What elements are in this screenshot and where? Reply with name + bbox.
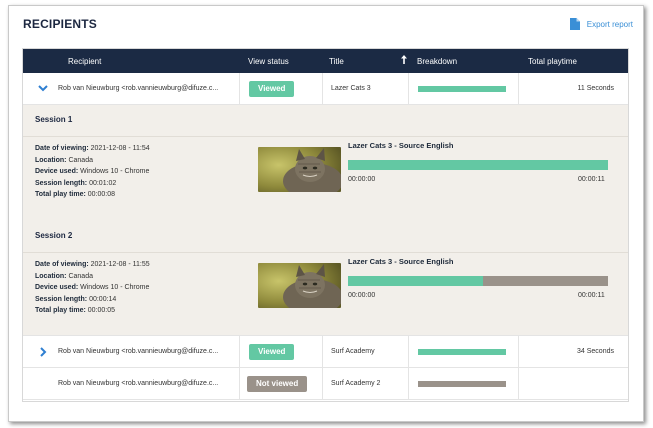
table-row[interactable]: Rob van Nieuwburg <rob.vannieuwburg@difu… (23, 336, 628, 368)
video-title-cell: Lazer Cats 3 (331, 85, 371, 92)
export-report-link[interactable]: Export report (569, 18, 633, 30)
session-heading: Session 2 (35, 231, 73, 240)
column-title[interactable]: Title (329, 57, 344, 66)
status-badge: Viewed (249, 80, 295, 97)
session-details: Date of viewing: 2021-12-08 - 11:54 Loca… (35, 145, 150, 198)
total-playtime: 11 Seconds (577, 85, 614, 92)
recipient-name: Rob van Nieuwburg <rob.vannieuwburg@difu… (58, 85, 219, 92)
column-total-playtime[interactable]: Total playtime (528, 57, 577, 66)
status-badge: Not viewed (247, 375, 308, 392)
session-heading: Session 1 (35, 115, 73, 124)
breakdown-bar (418, 348, 506, 355)
start-time: 00:00:00 (348, 176, 376, 183)
video-thumbnail[interactable] (258, 263, 341, 308)
table-header: Recipient View status Title Breakdown To… (23, 49, 628, 73)
recipient-name: Rob van Nieuwburg <rob.vannieuwburg@difu… (58, 348, 219, 355)
session-progress-fill (348, 276, 484, 286)
total-playtime: 34 Seconds (577, 348, 614, 355)
start-time: 00:00:00 (348, 292, 376, 299)
sessions-panel: Session 1 Date of viewing: 2021-12-08 - … (23, 105, 628, 336)
page-title: RECIPIENTS (23, 17, 98, 31)
breakdown-bar (418, 380, 506, 387)
session-progress-track (348, 276, 608, 286)
breakdown-bar (418, 85, 506, 92)
end-time: 00:00:11 (578, 292, 605, 299)
session-progress-fill (348, 160, 608, 170)
recipients-panel: RECIPIENTS Export report Recipient View … (8, 5, 644, 422)
session-video-title: Lazer Cats 3 - Source English (348, 141, 454, 150)
export-report-label: Export report (586, 19, 633, 29)
chevron-down-icon[interactable] (38, 73, 48, 104)
session-details: Date of viewing: 2021-12-08 - 11:55 Loca… (35, 261, 150, 314)
video-title-cell: Surf Academy (331, 348, 375, 355)
session-progress-track (348, 160, 608, 170)
video-title-cell: Surf Academy 2 (331, 380, 381, 387)
column-breakdown[interactable]: Breakdown (417, 57, 457, 66)
session-video-title: Lazer Cats 3 - Source English (348, 257, 454, 266)
table-row[interactable]: Rob van Nieuwburg <rob.vannieuwburg@difu… (23, 368, 628, 400)
chevron-right-icon[interactable] (40, 336, 47, 367)
table-row[interactable]: Rob van Nieuwburg <rob.vannieuwburg@difu… (23, 73, 628, 105)
column-recipient[interactable]: Recipient (68, 57, 101, 66)
recipients-table: Recipient View status Title Breakdown To… (22, 48, 629, 402)
recipient-name: Rob van Nieuwburg <rob.vannieuwburg@difu… (58, 380, 219, 387)
end-time: 00:00:11 (578, 176, 605, 183)
arrow-up-icon[interactable] (401, 55, 407, 66)
document-icon (569, 18, 580, 30)
column-view-status[interactable]: View status (248, 57, 289, 66)
video-thumbnail[interactable] (258, 147, 341, 192)
status-badge: Viewed (249, 343, 295, 360)
